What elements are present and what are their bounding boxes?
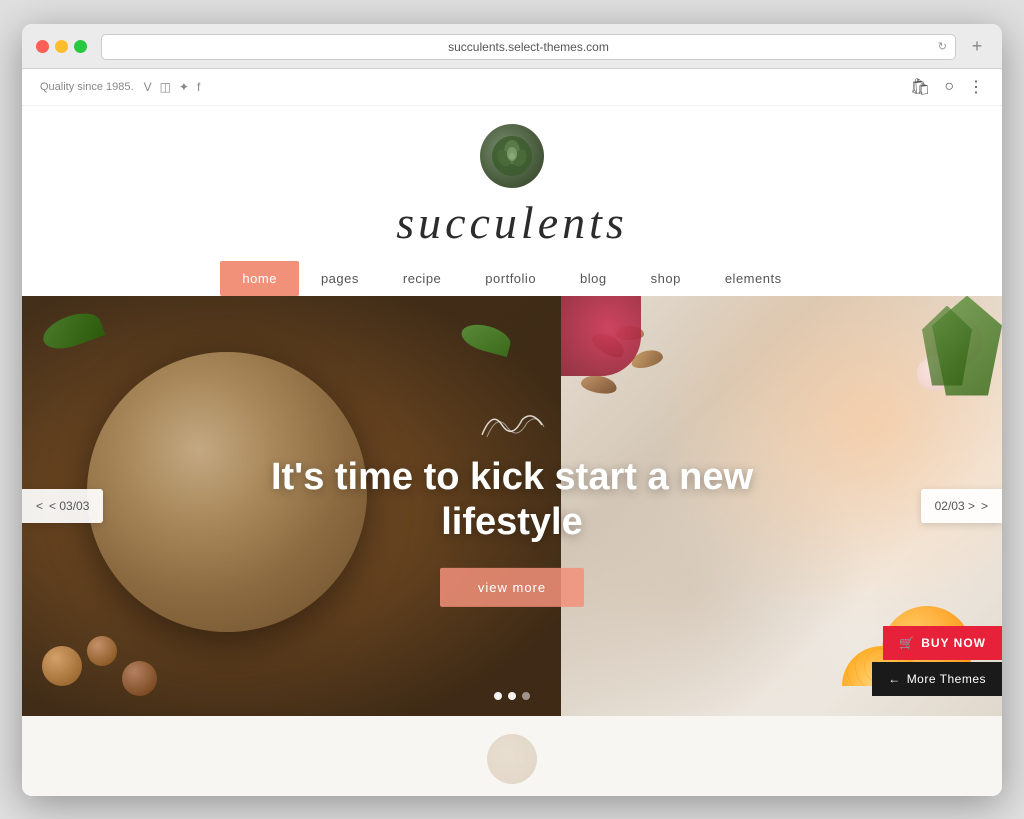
hero-prev-button[interactable]: < < 03/03 — [22, 489, 103, 523]
hero-view-more-button[interactable]: view more — [440, 568, 584, 607]
close-button[interactable] — [36, 40, 49, 53]
dot-1[interactable] — [494, 692, 502, 700]
twitter-icon[interactable]: ✦ — [179, 80, 189, 94]
leaf-2 — [459, 319, 514, 356]
cart-icon: 🛒 — [899, 636, 915, 650]
browser-chrome: succulents.select-themes.com ↻ + — [22, 24, 1002, 69]
food-item-1 — [42, 646, 82, 686]
dot-2[interactable] — [508, 692, 516, 700]
hero-script-text — [262, 404, 762, 450]
vimeo-icon[interactable]: V — [144, 80, 152, 94]
next-arrow-icon: > — [981, 499, 988, 513]
fullscreen-button[interactable] — [74, 40, 87, 53]
nav-item-elements[interactable]: elements — [703, 261, 804, 296]
nav-item-home[interactable]: home — [220, 261, 299, 296]
hero-headline: It's time to kick start a new lifestyle — [262, 454, 762, 545]
new-tab-button[interactable]: + — [966, 36, 988, 58]
site-title: succulents — [396, 196, 628, 249]
site-title-text: succulents — [396, 197, 628, 248]
nav-item-recipe[interactable]: recipe — [381, 261, 463, 296]
hero-dots — [494, 692, 530, 700]
nut-4 — [580, 373, 618, 396]
site-header: succulents — [22, 106, 1002, 261]
nav-item-pages[interactable]: pages — [299, 261, 381, 296]
facebook-icon[interactable]: f — [197, 80, 200, 94]
nav-item-shop[interactable]: shop — [629, 261, 703, 296]
bottom-logo — [487, 734, 537, 784]
logo-circle — [480, 124, 544, 188]
browser-window: succulents.select-themes.com ↻ + Quality… — [22, 24, 1002, 796]
nav-item-blog[interactable]: blog — [558, 261, 629, 296]
hero-next-button[interactable]: 02/03 > > — [921, 489, 1002, 523]
buy-now-label: BUY NOW — [921, 636, 986, 650]
site-top-bar: Quality since 1985. V ◫ ✦ f 🛍 ○ ⋮ — [22, 69, 1002, 106]
pomegranate — [561, 296, 641, 376]
prev-arrow-icon: < — [36, 499, 43, 513]
instagram-icon[interactable]: ◫ — [160, 80, 171, 94]
minimize-button[interactable] — [55, 40, 68, 53]
site-bottom — [22, 716, 1002, 796]
quality-text: Quality since 1985. — [40, 81, 134, 93]
more-themes-label: More Themes — [907, 672, 986, 686]
social-icons: V ◫ ✦ f — [144, 80, 201, 94]
decorative-script — [472, 404, 552, 444]
food-item-2 — [87, 636, 117, 666]
traffic-lights — [36, 40, 87, 53]
site-content: Quality since 1985. V ◫ ✦ f 🛍 ○ ⋮ — [22, 69, 1002, 796]
dot-3[interactable] — [522, 692, 530, 700]
hero-prev-label: < 03/03 — [49, 499, 89, 513]
top-bar-left: Quality since 1985. V ◫ ✦ f — [40, 80, 200, 94]
top-bar-right: 🛍 ○ ⋮ — [910, 77, 984, 97]
hero-section: < < 03/03 02/03 > > It's time to kick st… — [22, 296, 1002, 716]
succulent-logo-svg — [490, 134, 534, 178]
buy-now-button[interactable]: 🛒 BUY NOW — [883, 626, 1002, 660]
hero-next-label: 02/03 > — [935, 499, 975, 513]
arrow-left-icon: ← — [888, 672, 901, 686]
refresh-icon[interactable]: ↻ — [938, 40, 947, 53]
search-icon[interactable]: ○ — [944, 78, 954, 96]
hero-text-block: It's time to kick start a new lifestyle … — [262, 404, 762, 606]
url-text: succulents.select-themes.com — [448, 40, 609, 54]
site-navigation: home pages recipe portfolio blog shop el… — [22, 261, 1002, 296]
food-item-3 — [122, 661, 157, 696]
bag-icon[interactable]: 🛍 — [910, 77, 930, 97]
address-bar[interactable]: succulents.select-themes.com ↻ — [101, 34, 956, 60]
more-themes-button[interactable]: ← More Themes — [872, 662, 1002, 696]
more-options-icon[interactable]: ⋮ — [968, 77, 984, 97]
nav-item-portfolio[interactable]: portfolio — [463, 261, 558, 296]
leaf-1 — [39, 306, 106, 355]
